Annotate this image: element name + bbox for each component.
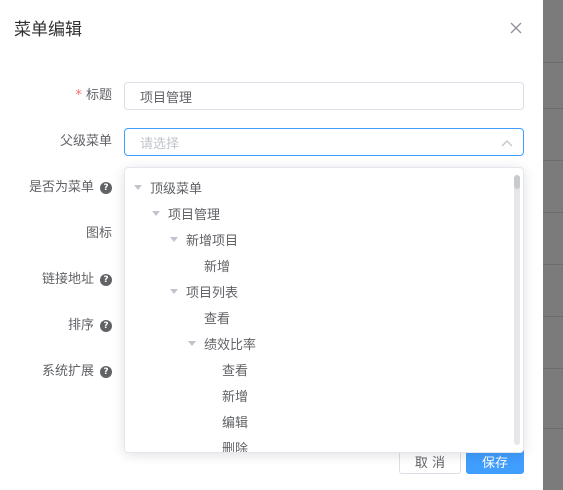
title-input-value: 项目管理 — [140, 90, 193, 106]
system-ext-label: 系统扩展 ? — [42, 362, 112, 382]
system-ext-label-text: 系统扩展 — [41, 364, 94, 379]
backdrop-divider — [543, 316, 563, 317]
parent-menu-placeholder: 请选择 — [140, 136, 180, 152]
sort-label: 排序 ? — [68, 316, 112, 336]
caret-down-icon[interactable] — [170, 236, 178, 242]
close-icon[interactable] — [507, 19, 525, 37]
tree-node-top-menu[interactable]: 顶级菜单 — [134, 174, 202, 200]
backdrop-divider — [543, 212, 563, 213]
parent-menu-select[interactable]: 请选择 — [124, 128, 524, 156]
tree-node-project-list[interactable]: 项目列表 — [170, 278, 238, 304]
parent-menu-dropdown[interactable]: 顶级菜单 项目管理 新增项目 新增 项目列表 查看 绩效比率 查看 新增 编辑 … — [124, 167, 524, 453]
tree-node-label: 项目管理 — [168, 207, 221, 223]
tree-node-label: 绩效比率 — [204, 337, 257, 353]
tree-node-label: 项目列表 — [186, 285, 239, 301]
tree-node-performance-ratio[interactable]: 绩效比率 — [188, 330, 256, 356]
tree-node-label: 查看 — [222, 363, 249, 379]
tree-node-label: 新增 — [222, 389, 249, 405]
tree-node-view[interactable]: 查看 — [222, 356, 248, 382]
backdrop-divider — [543, 368, 563, 369]
tree-node-delete[interactable]: 删除 — [222, 434, 248, 453]
link-label: 链接地址 ? — [42, 270, 112, 290]
tree-node-label: 删除 — [222, 441, 249, 453]
tree-node-add[interactable]: 新增 — [204, 252, 230, 278]
icon-label-text: 图标 — [85, 226, 112, 241]
caret-down-icon[interactable] — [152, 210, 160, 216]
tree-node-view[interactable]: 查看 — [204, 304, 230, 330]
backdrop-divider — [543, 62, 563, 63]
dropdown-scrollbar-thumb[interactable] — [514, 175, 520, 189]
is-menu-label: 是否为菜单 ? — [29, 178, 112, 198]
title-input[interactable]: 项目管理 — [124, 82, 524, 110]
modal-backdrop[interactable] — [543, 0, 563, 490]
tree-node-label: 编辑 — [222, 415, 249, 431]
link-label-text: 链接地址 — [41, 272, 94, 287]
help-icon[interactable]: ? — [100, 274, 112, 286]
menu-edit-dialog: 菜单编辑 * 标题 项目管理 父级菜单 请选择 是否为菜单 ? 图标 链接地址 — [0, 0, 543, 490]
icon-label: 图标 — [86, 224, 112, 244]
required-mark: * — [75, 88, 82, 103]
parent-menu-label-text: 父级菜单 — [59, 134, 112, 149]
tree-node-label: 查看 — [204, 311, 231, 327]
parent-menu-label: 父级菜单 — [60, 132, 112, 152]
backdrop-divider — [543, 428, 563, 429]
backdrop-divider — [543, 108, 563, 109]
tree-node-add-project[interactable]: 新增项目 — [170, 226, 238, 252]
backdrop-divider — [543, 264, 563, 265]
is-menu-label-text: 是否为菜单 — [28, 180, 94, 195]
tree-node-label: 新增 — [204, 259, 231, 275]
caret-down-icon[interactable] — [170, 288, 178, 294]
help-icon[interactable]: ? — [100, 182, 112, 194]
tree-node-label: 顶级菜单 — [150, 181, 203, 197]
tree-node-edit[interactable]: 编辑 — [222, 408, 248, 434]
dialog-title: 菜单编辑 — [14, 20, 82, 40]
dropdown-scrollbar-track[interactable] — [514, 175, 520, 445]
sort-label-text: 排序 — [67, 318, 94, 333]
caret-down-icon[interactable] — [188, 340, 196, 346]
tree-node-project-mgmt[interactable]: 项目管理 — [152, 200, 220, 226]
help-icon[interactable]: ? — [100, 320, 112, 332]
caret-down-icon[interactable] — [134, 184, 142, 190]
title-label: * 标题 — [75, 86, 112, 106]
tree-node-label: 新增项目 — [186, 233, 239, 249]
help-icon[interactable]: ? — [100, 366, 112, 378]
tree-node-add[interactable]: 新增 — [222, 382, 248, 408]
chevron-up-icon — [501, 137, 513, 147]
title-label-text: 标题 — [85, 88, 112, 103]
backdrop-divider — [543, 160, 563, 161]
